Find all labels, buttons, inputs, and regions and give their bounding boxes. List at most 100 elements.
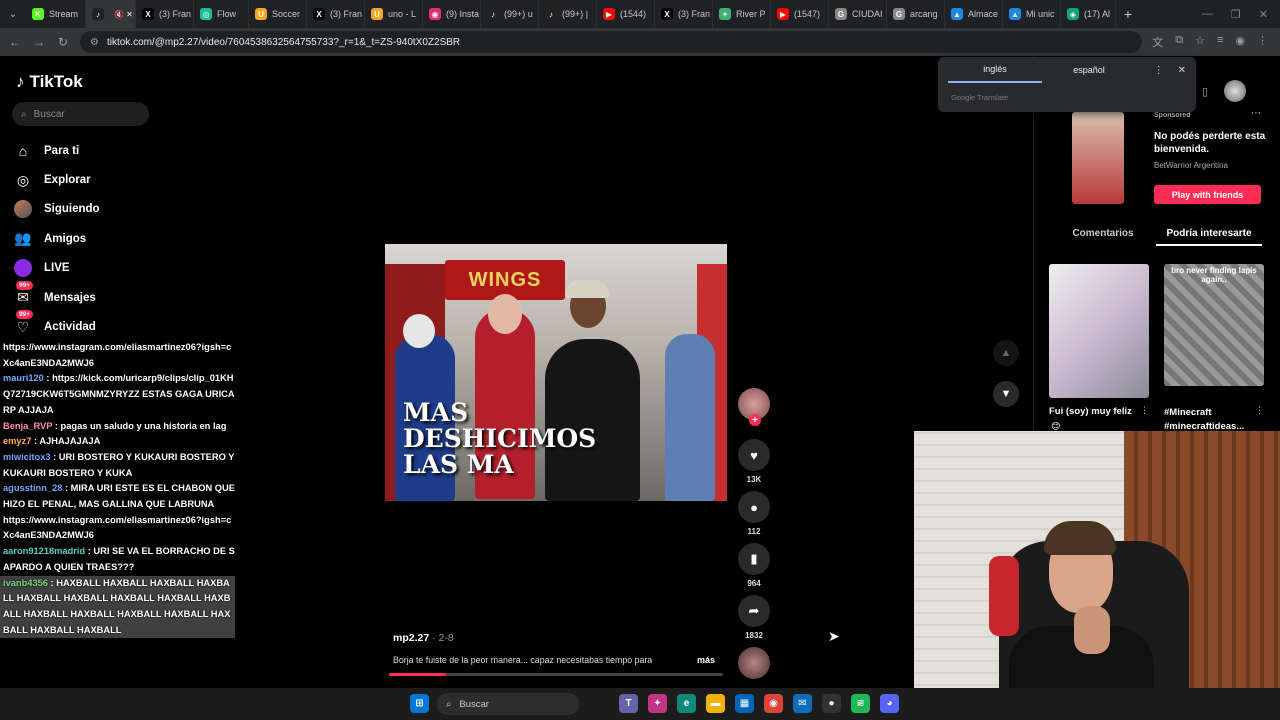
browser-tab[interactable]: U Soccer xyxy=(249,0,307,28)
ad-thumbnail[interactable] xyxy=(1072,112,1124,204)
share-button[interactable]: ➦ 1832 xyxy=(738,595,770,640)
obs-icon[interactable]: ● xyxy=(822,694,841,713)
translate-icon[interactable]: 文 xyxy=(1152,34,1163,50)
chrome-icon[interactable]: ◉ xyxy=(764,694,783,713)
browser-tab[interactable]: ✦ River P xyxy=(713,0,771,28)
caption-date: · 2-8 xyxy=(429,632,454,644)
video-player[interactable]: WINGS MAS DESHICIMOS LAS MA xyxy=(385,244,727,501)
browser-tab[interactable]: K Stream xyxy=(26,0,86,28)
site-info-icon[interactable]: ⚙ xyxy=(90,37,99,48)
tab-favicon-icon: ▶ xyxy=(603,8,615,20)
caption-author[interactable]: mp2.27 · 2-8 xyxy=(393,632,454,644)
suggestion-more-icon-2[interactable]: ⋮ xyxy=(1255,405,1264,416)
tab-favicon-icon: X xyxy=(142,8,154,20)
tiktok-logo[interactable]: ♪ TikTok xyxy=(16,72,83,92)
logo-text: TikTok xyxy=(29,72,83,91)
sidebar-item-label: Actividad xyxy=(44,321,96,334)
browser-tab[interactable]: ▲ Almace xyxy=(945,0,1003,28)
browser-tab[interactable]: ▶ (1547) xyxy=(771,0,829,28)
browser-tab[interactable]: ♪ 🔇 ✕ xyxy=(86,0,136,28)
save-button[interactable]: ▮ 964 xyxy=(738,543,770,588)
teams-icon[interactable]: T xyxy=(619,694,638,713)
menu-icon[interactable]: ⋮ xyxy=(1257,34,1268,50)
browser-tab[interactable]: ♪ (99+) u xyxy=(481,0,539,28)
like-button[interactable]: ♥ 13K xyxy=(738,439,770,484)
taskbar-search[interactable]: ⌕ Buscar xyxy=(437,693,579,715)
tab-close-icon[interactable]: 🔇 ✕ xyxy=(114,10,133,19)
chevron-down-icon[interactable]: ▼ xyxy=(993,381,1019,407)
maximize-icon[interactable]: ❐ xyxy=(1231,8,1241,21)
browser-tab[interactable]: ♪ (99+) | xyxy=(539,0,597,28)
browser-tab[interactable]: ▲ Mi unic xyxy=(1003,0,1061,28)
discord-icon[interactable]: ◕ xyxy=(880,694,899,713)
translate-tab-target[interactable]: español xyxy=(1042,57,1136,83)
chat-username: ivanb4356 xyxy=(3,577,48,588)
sidebar-item-actividad[interactable]: ♡ 99+ Actividad xyxy=(14,310,214,341)
tab-comments[interactable]: Comentarios xyxy=(1050,224,1156,246)
translate-menu-icon[interactable]: ⋮ xyxy=(1154,65,1164,76)
tab-label: (99+) | xyxy=(562,9,589,19)
suggestion-title-2[interactable]: #Minecraft #minecraftideas... xyxy=(1164,406,1264,434)
sidebar-item-explorar[interactable]: ◎ Explorar xyxy=(14,165,214,194)
forward-icon[interactable]: → xyxy=(32,35,46,49)
browser-tab[interactable]: Uuno - L xyxy=(365,0,423,28)
translate-close-icon[interactable]: ✕ xyxy=(1178,65,1186,76)
bookmark-star-icon[interactable]: ☆ xyxy=(1195,34,1205,50)
browser-tab[interactable]: ◈ (17) Al xyxy=(1061,0,1116,28)
chat-username: mauri120 xyxy=(3,373,44,384)
edge-icon[interactable]: e xyxy=(677,694,696,713)
suggestion-thumbnail-1[interactable] xyxy=(1049,264,1149,398)
copilot-icon[interactable]: ✦ xyxy=(648,694,667,713)
back-icon[interactable]: ← xyxy=(8,35,22,49)
browser-tab[interactable]: ◉ (9) Insta xyxy=(423,0,481,28)
caption-more-link[interactable]: más xyxy=(697,655,715,665)
video-progress-bar[interactable] xyxy=(389,673,723,676)
mail-icon[interactable]: ✉ xyxy=(793,694,812,713)
device-icon[interactable]: ▯ xyxy=(1202,85,1208,98)
minimize-icon[interactable]: — xyxy=(1202,8,1213,21)
music-disc[interactable] xyxy=(738,647,770,679)
browser-tab[interactable]: ◎ Flow xyxy=(194,0,249,28)
browser-tab[interactable]: Garcang xyxy=(887,0,945,28)
reload-icon[interactable]: ↻ xyxy=(56,35,70,49)
profile-icon[interactable]: ◉ xyxy=(1235,34,1245,50)
follow-plus-icon[interactable]: + xyxy=(749,414,761,426)
sidebar-item-siguiendo[interactable]: Siguiendo xyxy=(14,195,214,224)
comment-button[interactable]: ● 112 xyxy=(738,491,770,536)
tab-search-icon[interactable]: ⌄ xyxy=(0,0,26,28)
suggestion-more-icon-1[interactable]: ⋮ xyxy=(1140,405,1149,416)
sidebar-item-para-ti[interactable]: ⌂ Para ti xyxy=(14,136,214,165)
new-tab-button[interactable]: + xyxy=(1116,0,1140,28)
chat-username: miwicitox3 xyxy=(3,451,51,462)
browser-tab[interactable]: X (3) Fran xyxy=(136,0,194,28)
store-icon[interactable]: ▦ xyxy=(735,694,754,713)
windows-start-icon[interactable]: ⊞ xyxy=(410,694,429,713)
suggestion-title-1[interactable]: Fui (soy) muy feliz xyxy=(1049,406,1132,417)
tab-suggestions[interactable]: Podría interesarte xyxy=(1156,224,1262,246)
tab-favicon-icon: ▶ xyxy=(777,8,789,20)
search-input[interactable]: ⌕ Buscar xyxy=(12,102,149,126)
sidebar-item-mensajes[interactable]: ✉ 99+ Mensajes xyxy=(14,280,214,312)
browser-tab[interactable]: G CIUDAI xyxy=(829,0,887,28)
spotify-icon[interactable]: ≋ xyxy=(851,694,870,713)
ad-cta-button[interactable]: Play with friends xyxy=(1154,185,1261,204)
close-window-icon[interactable]: ✕ xyxy=(1259,8,1268,21)
browser-tab[interactable]: X (3) Fran xyxy=(655,0,713,28)
translate-tab-source[interactable]: inglés xyxy=(948,57,1042,83)
sidebar-item-live[interactable]: LIVE xyxy=(14,254,214,283)
chevron-up-icon[interactable]: ▲ xyxy=(993,340,1019,366)
url-field[interactable]: ⚙ tiktok.com/@mp2.27/video/7604538632564… xyxy=(80,31,1143,53)
user-avatar[interactable] xyxy=(1224,80,1247,102)
ad-more-icon[interactable]: ⋯ xyxy=(1251,108,1261,119)
webcam-overlay xyxy=(914,431,1280,720)
install-icon[interactable]: ⧉ xyxy=(1175,34,1183,50)
browser-tab[interactable]: ▶ (1544) xyxy=(597,0,655,28)
file-explorer-icon[interactable]: ▬ xyxy=(706,694,725,713)
sidebar-item-amigos[interactable]: 👥 Amigos xyxy=(14,224,214,253)
tab-favicon-icon: ♪ xyxy=(545,8,557,20)
browser-tab[interactable]: X (3) Fran xyxy=(307,0,365,28)
notification-badge: 99+ xyxy=(16,280,34,290)
sidebar-item-label: Amigos xyxy=(44,232,87,245)
caption-username[interactable]: mp2.27 xyxy=(393,632,429,644)
media-icon[interactable]: ≡ xyxy=(1217,34,1223,50)
